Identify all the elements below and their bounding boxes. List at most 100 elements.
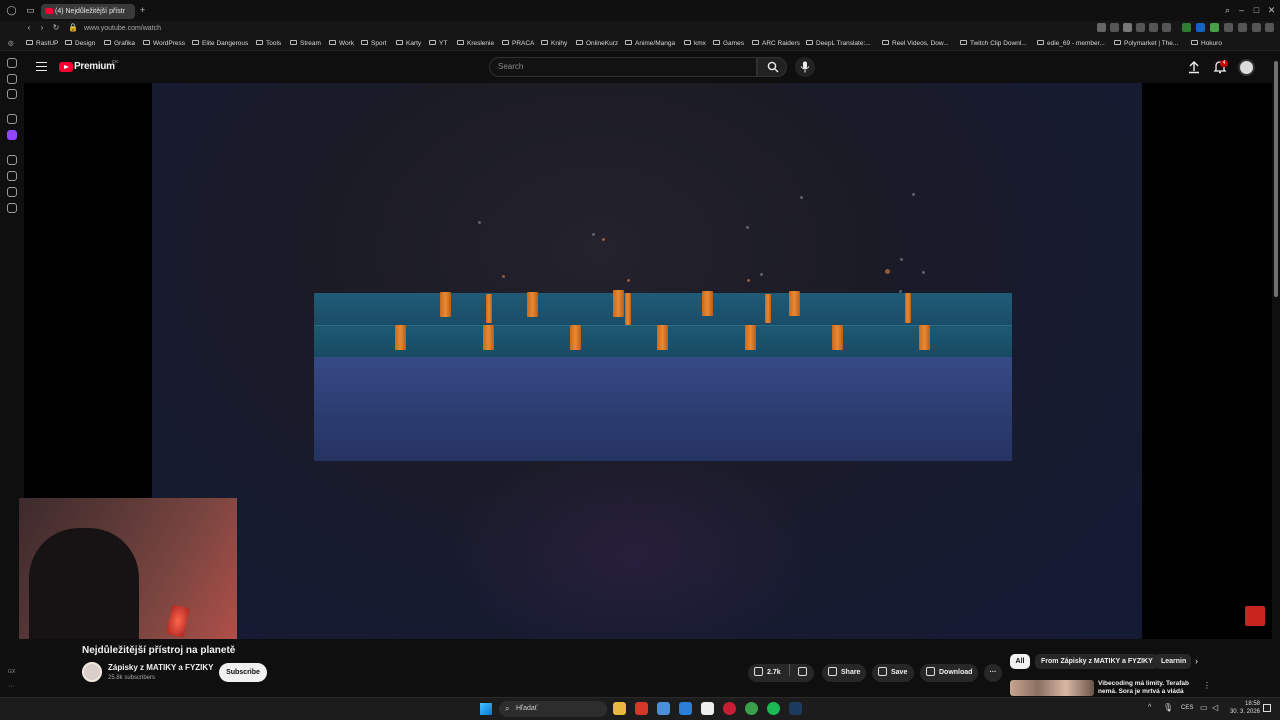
more-icon[interactable]: ··· xyxy=(8,683,15,690)
settings-icon[interactable] xyxy=(7,114,17,124)
bookmark-item[interactable]: Kreslenie xyxy=(457,39,494,49)
tab-manager-icon[interactable]: ▭ xyxy=(25,5,36,16)
bookmark-item[interactable]: Hokuro xyxy=(1191,39,1222,49)
microphone-icon[interactable]: 🎙 xyxy=(1163,703,1173,712)
menu-icon[interactable] xyxy=(36,62,47,71)
bookmarks-icon[interactable] xyxy=(7,171,17,181)
opera-gx-icon[interactable] xyxy=(723,702,736,715)
upload-icon[interactable] xyxy=(1187,60,1201,74)
history-icon[interactable] xyxy=(7,155,17,165)
bookmark-item[interactable]: Tools xyxy=(256,39,281,49)
close-window-icon[interactable]: ✕ xyxy=(1266,5,1277,16)
back-icon[interactable]: ‹ xyxy=(24,23,34,33)
site-info-icon[interactable]: 🔒 xyxy=(68,23,78,33)
whatsapp-icon[interactable] xyxy=(7,89,17,99)
bookmark-item[interactable]: Polymarket | The... xyxy=(1114,39,1178,49)
workspace-icon[interactable] xyxy=(7,58,17,68)
windows-start-icon[interactable] xyxy=(480,703,492,715)
channel-name[interactable]: Zápisky z MATIKY a FYZIKY xyxy=(108,663,214,672)
twitch-icon[interactable] xyxy=(7,130,17,140)
bookmark-item[interactable]: Design xyxy=(65,39,95,49)
chrome-icon[interactable] xyxy=(745,702,758,715)
more-actions-button[interactable]: ··· xyxy=(984,664,1002,682)
save-button[interactable]: Save xyxy=(872,664,914,682)
channel-avatar[interactable] xyxy=(82,662,102,682)
extension-icon[interactable] xyxy=(1182,23,1191,32)
subscribe-watermark-icon[interactable] xyxy=(1245,606,1265,626)
forward-icon[interactable]: › xyxy=(37,23,47,33)
language-indicator[interactable]: CES xyxy=(1181,705,1193,711)
app-icon[interactable] xyxy=(657,702,670,715)
file-explorer-icon[interactable] xyxy=(613,702,626,715)
chip-from-channel[interactable]: From Zápisky z MATIKY a FYZIKY xyxy=(1035,654,1159,669)
tab-youtube[interactable]: (4) Nejdůležitější přístr xyxy=(41,4,135,19)
bookmark-item[interactable]: WordPress xyxy=(143,39,185,49)
extension-icon[interactable] xyxy=(1136,23,1145,32)
clock[interactable]: 18:58 30. 3. 2026 xyxy=(1228,700,1260,716)
calendar-icon[interactable] xyxy=(701,702,714,715)
url-field[interactable]: www.youtube.com/watch xyxy=(84,23,161,34)
scrollbar-thumb[interactable] xyxy=(1274,61,1278,297)
search-input[interactable]: Search xyxy=(489,57,757,77)
download-button[interactable]: Download xyxy=(920,664,978,682)
shield-icon[interactable] xyxy=(1123,23,1132,32)
extension-icon[interactable] xyxy=(1210,23,1219,32)
extension-icon[interactable] xyxy=(1224,23,1233,32)
bookmark-item[interactable]: Stream xyxy=(290,39,321,49)
subscribe-button[interactable]: Subscribe xyxy=(219,663,267,682)
extension-icon[interactable] xyxy=(1110,23,1119,32)
brave-icon[interactable] xyxy=(635,702,648,715)
play-icon[interactable] xyxy=(1149,23,1158,32)
kebab-menu-icon[interactable]: ⋮ xyxy=(1203,681,1211,690)
bookmark-item[interactable]: RastUP xyxy=(26,39,58,49)
bookmark-item[interactable]: Grafika xyxy=(104,39,135,49)
recommended-video-title[interactable]: Vibecoding má limity. Terafab nemá. Sora… xyxy=(1098,680,1198,696)
chip-learning[interactable]: Learnin xyxy=(1155,654,1191,669)
dislike-button[interactable] xyxy=(797,667,811,676)
search-tabs-icon[interactable]: ⌕ xyxy=(1222,5,1233,16)
menu-icon[interactable] xyxy=(1265,23,1274,32)
bookmark-item[interactable]: kmx xyxy=(684,39,706,49)
page-scrollbar[interactable] xyxy=(1272,51,1280,696)
ai-icon[interactable] xyxy=(7,187,17,197)
bookmark-item[interactable]: Anime/Manga xyxy=(625,39,675,49)
download-icon[interactable] xyxy=(1238,23,1247,32)
tray-overflow-icon[interactable]: ^ xyxy=(1148,704,1151,711)
bookmark-item[interactable]: Elite Dangerous xyxy=(192,39,248,49)
bookmark-item[interactable]: Sport xyxy=(361,39,387,49)
opera-menu-icon[interactable]: ◯ xyxy=(6,5,17,16)
profile-icon[interactable] xyxy=(1252,23,1261,32)
share-button[interactable]: Share xyxy=(822,664,866,682)
bookmarks-menu-icon[interactable]: ◎ xyxy=(8,39,14,49)
voice-search-button[interactable] xyxy=(795,57,815,77)
bookmark-item[interactable]: YT xyxy=(429,39,447,49)
minimize-icon[interactable]: – xyxy=(1236,5,1247,16)
bookmark-item[interactable]: OnlineKurz xyxy=(576,39,618,49)
bookmark-item[interactable]: ARC Raiders xyxy=(752,39,800,49)
bookmark-item[interactable]: Knihy xyxy=(541,39,567,49)
steam-icon[interactable] xyxy=(789,702,802,715)
reload-icon[interactable]: ↻ xyxy=(51,23,61,33)
bookmark-item[interactable]: Work xyxy=(329,39,354,49)
bookmark-item[interactable]: Games xyxy=(713,39,744,49)
account-avatar[interactable] xyxy=(1238,59,1255,76)
youtube-premium-logo[interactable]: Premium xyxy=(74,61,115,72)
extension-icon[interactable] xyxy=(1097,23,1106,32)
messenger-icon[interactable] xyxy=(7,74,17,84)
mail-icon[interactable] xyxy=(679,702,692,715)
chevron-right-icon[interactable]: › xyxy=(1195,656,1198,666)
bookmark-item[interactable]: Karty xyxy=(396,39,421,49)
heart-icon[interactable] xyxy=(1162,23,1171,32)
bookmark-item[interactable]: DeepL Translate:... xyxy=(806,39,871,49)
taskbar-search[interactable]: ⌕ Hľadať xyxy=(499,701,607,717)
downloads-icon[interactable] xyxy=(7,203,17,213)
network-icon[interactable]: ▭ xyxy=(1200,703,1208,712)
maximize-icon[interactable]: □ xyxy=(1251,5,1262,16)
recommended-video-thumbnail[interactable] xyxy=(1010,680,1094,696)
volume-icon[interactable]: ◁ xyxy=(1212,703,1218,712)
like-button[interactable]: 2.7k xyxy=(754,667,781,676)
chip-all[interactable]: All xyxy=(1010,654,1030,669)
bookmark-item[interactable]: Reel Videos, Dow... xyxy=(882,39,949,49)
notification-center-icon[interactable] xyxy=(1263,704,1271,712)
extension-icon[interactable] xyxy=(1196,23,1205,32)
